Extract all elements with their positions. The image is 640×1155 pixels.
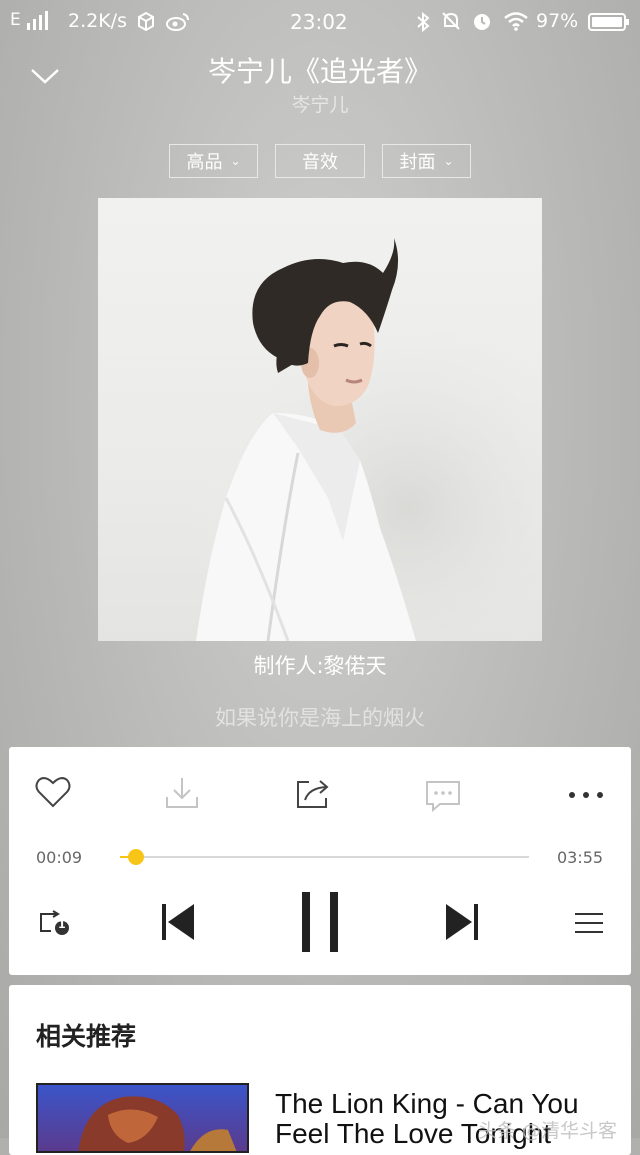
battery-percent: 97% bbox=[536, 10, 579, 32]
favorite-heart-icon[interactable] bbox=[35, 775, 71, 809]
option-chips: 高品 ⌄ 音效 封面 ⌄ bbox=[169, 144, 471, 178]
player-card: 00:09 03:55 1 bbox=[9, 747, 631, 975]
recommended-song-thumbnail[interactable] bbox=[36, 1083, 249, 1153]
album-cover[interactable] bbox=[98, 198, 542, 641]
quality-dropdown[interactable]: 高品 ⌄ bbox=[169, 144, 258, 178]
playlist-menu-icon[interactable] bbox=[574, 911, 604, 935]
recommendations-card: 相关推荐 The Lion King - Can You Feel The Lo… bbox=[9, 985, 631, 1155]
progress-track[interactable] bbox=[120, 856, 529, 858]
quality-label: 高品 bbox=[186, 152, 223, 173]
artist-name[interactable]: 岑宁儿 bbox=[0, 90, 640, 117]
total-duration: 03:55 bbox=[557, 848, 604, 867]
weibo-icon bbox=[166, 13, 189, 31]
download-icon[interactable] bbox=[164, 775, 200, 811]
clock: 23:02 bbox=[290, 10, 348, 34]
pause-icon[interactable] bbox=[300, 890, 340, 954]
repeat-one-icon bbox=[40, 910, 69, 935]
status-bar: E 2.2K/s 23:02 97% bbox=[0, 0, 640, 44]
effects-label: 音效 bbox=[302, 152, 338, 173]
signal-icon: E bbox=[10, 10, 48, 30]
cover-dropdown[interactable]: 封面 ⌄ bbox=[382, 144, 471, 178]
network-type: E bbox=[10, 10, 21, 30]
next-track-icon[interactable] bbox=[444, 902, 480, 942]
cover-label: 封面 bbox=[399, 152, 436, 173]
share-icon[interactable] bbox=[295, 778, 331, 810]
battery-icon bbox=[588, 13, 629, 31]
chevron-down-icon: ⌄ bbox=[230, 154, 241, 168]
lion-king-artwork bbox=[78, 1096, 237, 1151]
network-speed: 2.2K/s bbox=[68, 10, 127, 32]
alarm-icon bbox=[474, 14, 490, 30]
bluetooth-icon bbox=[417, 11, 430, 33]
album-cover-photo bbox=[98, 198, 542, 641]
current-lyric[interactable]: 如果说你是海上的烟火 bbox=[0, 702, 640, 732]
previous-track-icon[interactable] bbox=[160, 902, 196, 942]
wifi-icon bbox=[504, 12, 528, 31]
watermark: 头条 @清华斗客 bbox=[477, 1120, 617, 1142]
comment-icon[interactable] bbox=[425, 779, 461, 813]
package-icon bbox=[138, 11, 154, 31]
song-title: 岑宁儿《追光者》 bbox=[207, 55, 432, 88]
chevron-down-icon: ⌄ bbox=[443, 154, 454, 168]
progress-thumb[interactable] bbox=[128, 849, 145, 865]
elapsed-time: 00:09 bbox=[36, 848, 83, 867]
producer-credit: 制作人:黎偌天 bbox=[253, 654, 387, 678]
effects-button[interactable]: 音效 bbox=[275, 144, 365, 178]
play-mode-button[interactable]: 1 bbox=[39, 910, 73, 936]
mute-bell-icon bbox=[442, 12, 460, 30]
recommendations-heading: 相关推荐 bbox=[36, 1022, 137, 1051]
more-options-icon[interactable] bbox=[568, 791, 604, 799]
queue-badge: 1 bbox=[58, 918, 66, 931]
